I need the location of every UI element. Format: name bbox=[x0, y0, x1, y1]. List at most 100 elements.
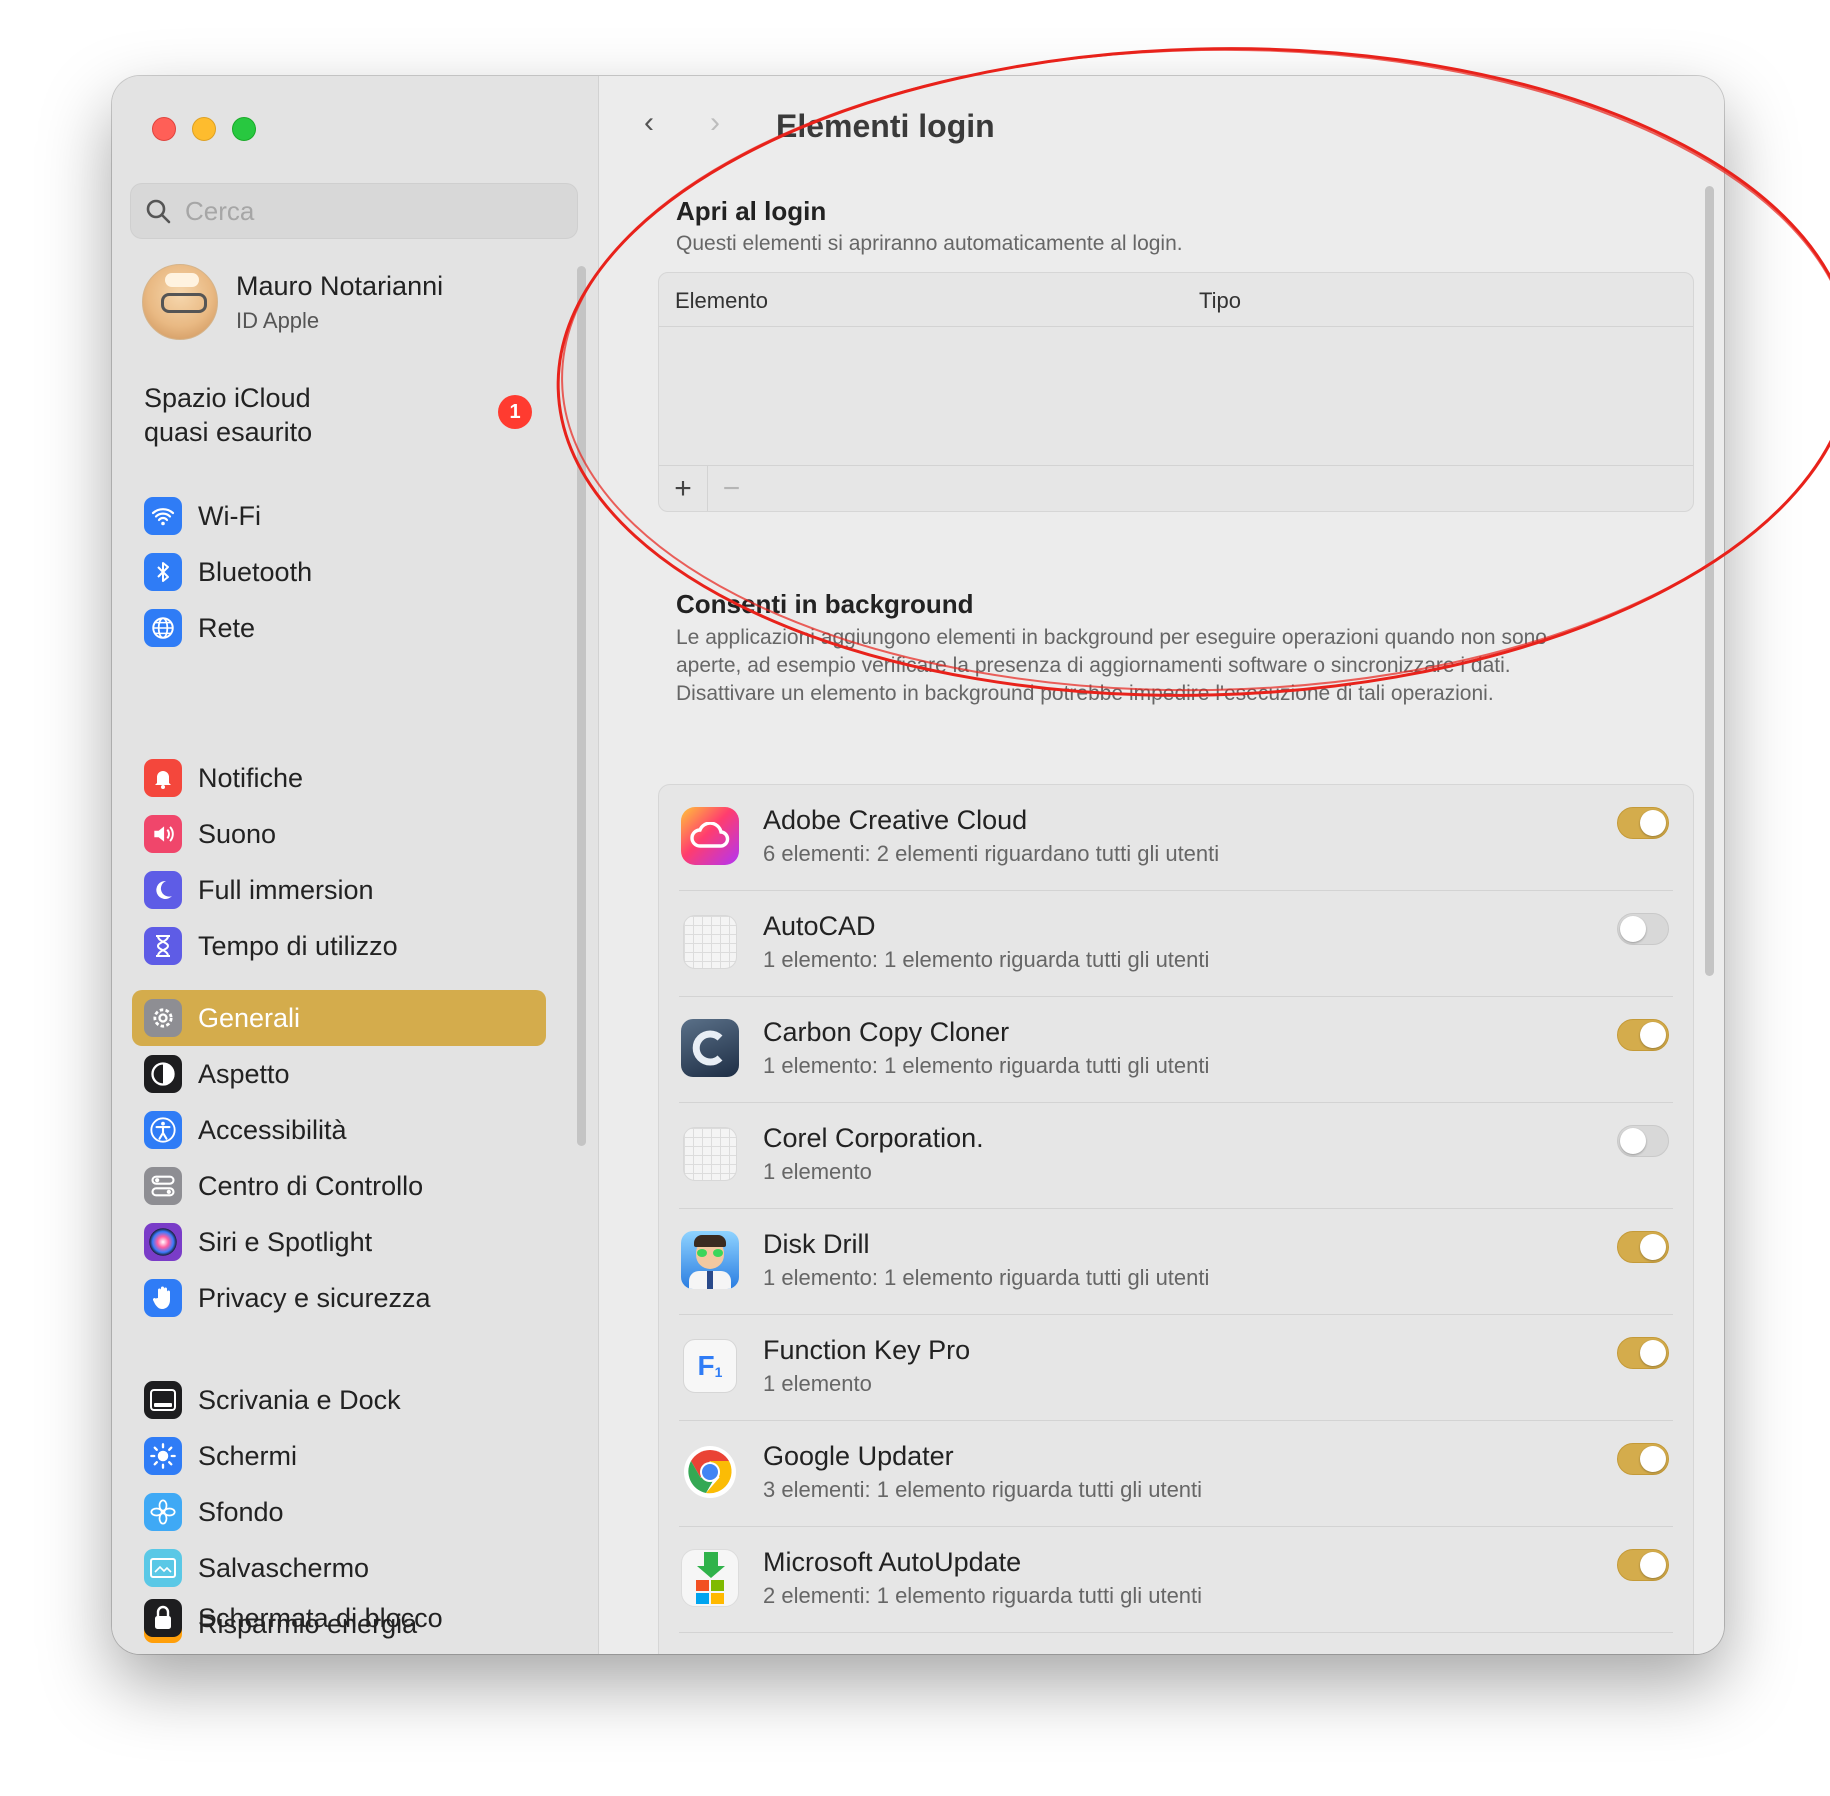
app-name: Carbon Copy Cloner bbox=[763, 1017, 1010, 1047]
sidebar-item-label: Generali bbox=[198, 1002, 301, 1033]
sidebar-item-suono[interactable]: Suono bbox=[132, 806, 546, 862]
list-item: F 1 Function Key Pro 1 elemento bbox=[659, 1315, 1693, 1421]
ms-autoupdate-icon bbox=[681, 1549, 739, 1607]
column-header-item[interactable]: Elemento bbox=[675, 288, 768, 314]
sidebar-item-label: Siri e Spotlight bbox=[198, 1226, 373, 1257]
list-item: Microsoft AutoUpdate 2 elementi: 1 elemen… bbox=[659, 1527, 1693, 1633]
sidebar-group: Notifiche Suono Full immersion Tempo di uti… bbox=[132, 750, 546, 974]
sidebar-item-aspetto[interactable]: Aspetto bbox=[132, 1046, 546, 1102]
lock-icon bbox=[144, 1599, 182, 1637]
background-toggle[interactable] bbox=[1617, 1549, 1669, 1581]
sidebar-item-label: Salvaschermo bbox=[198, 1552, 370, 1583]
sidebar-item-schermi[interactable]: Schermi bbox=[132, 1428, 546, 1484]
remove-button[interactable]: − bbox=[707, 465, 755, 511]
icloud-warning-line2: quasi esaurito bbox=[144, 417, 313, 447]
background-toggle[interactable] bbox=[1617, 913, 1669, 945]
hourglass-icon bbox=[144, 927, 182, 965]
avatar bbox=[142, 264, 218, 340]
sidebar-item-wi-fi[interactable]: Wi-Fi bbox=[132, 488, 546, 544]
generic-app-icon bbox=[681, 913, 739, 971]
list-item: Carbon Copy Cloner 1 elemento: 1 elemento… bbox=[659, 997, 1693, 1103]
main-scrollbar[interactable] bbox=[1705, 186, 1714, 976]
add-button[interactable]: + bbox=[659, 466, 707, 512]
sidebar-item-generali[interactable]: Generali bbox=[132, 990, 546, 1046]
background-section-description: Le applicazioni aggiungono elementi in b… bbox=[676, 624, 1547, 708]
sidebar-group: Schermata di blocco bbox=[132, 1590, 546, 1646]
sidebar-item-centro-di-controllo[interactable]: Centro di Controllo bbox=[132, 1158, 546, 1214]
column-header-type[interactable]: Tipo bbox=[1199, 288, 1241, 314]
forward-button[interactable]: › bbox=[710, 106, 720, 140]
sidebar-item-label: Centro di Controllo bbox=[198, 1170, 424, 1201]
app-detail: 3 elementi: 1 elemento riguarda tutti gl… bbox=[763, 1477, 1203, 1502]
function-key-icon: F1 bbox=[681, 1337, 739, 1395]
background-toggle[interactable] bbox=[1617, 807, 1669, 839]
sidebar-item-full-immersion[interactable]: Full immersion bbox=[132, 862, 546, 918]
table-footer: + − bbox=[659, 465, 1693, 511]
sidebar-item-siri-e-spotlight[interactable]: Siri e Spotlight bbox=[132, 1214, 546, 1270]
sidebar-item-salvaschermo[interactable]: Salvaschermo bbox=[132, 1540, 546, 1596]
background-toggle[interactable] bbox=[1617, 1019, 1669, 1051]
sidebar-group: Wi-Fi Bluetooth Rete bbox=[132, 488, 546, 656]
adobe-cc-icon bbox=[681, 807, 739, 865]
sidebar-item-notifiche[interactable]: Notifiche bbox=[132, 750, 546, 806]
bell-icon bbox=[144, 759, 182, 797]
sidebar: Mauro Notarianni ID Apple Spazio iCloud … bbox=[112, 76, 599, 1654]
app-name: AutoCAD bbox=[763, 911, 876, 941]
sidebar-item-privacy-e-sicurezza[interactable]: Privacy e sicurezza bbox=[132, 1270, 546, 1326]
zoom-window-button[interactable] bbox=[232, 117, 256, 141]
accessibility-icon bbox=[144, 1111, 182, 1149]
bluetooth-icon bbox=[144, 553, 182, 591]
list-item: Corel Corporation. 1 elemento bbox=[659, 1103, 1693, 1209]
app-name: Microsoft Edge bbox=[763, 1653, 943, 1654]
sidebar-item-tempo-di-utilizzo[interactable]: Tempo di utilizzo bbox=[132, 918, 546, 974]
login-items-table[interactable]: Elemento Tipo + − bbox=[658, 272, 1694, 512]
settings-window: Mauro Notarianni ID Apple Spazio iCloud … bbox=[112, 76, 1724, 1654]
login-section-description: Questi elementi si apriranno automaticam… bbox=[676, 232, 1183, 255]
sidebar-scrollbar[interactable] bbox=[577, 266, 586, 1146]
sidebar-item-sfondo[interactable]: Sfondo bbox=[132, 1484, 546, 1540]
appearance-icon bbox=[144, 1055, 182, 1093]
sidebar-item-label: Schermi bbox=[198, 1440, 298, 1471]
list-item: Google Updater 3 elementi: 1 elemento rig… bbox=[659, 1421, 1693, 1527]
search-field[interactable] bbox=[130, 183, 578, 239]
globe-icon bbox=[144, 609, 182, 647]
sidebar-item-accessibilit-[interactable]: Accessibilità bbox=[132, 1102, 546, 1158]
minimize-window-button[interactable] bbox=[192, 117, 216, 141]
sidebar-item-label: Bluetooth bbox=[198, 556, 313, 587]
sidebar-item-label: Tempo di utilizzo bbox=[198, 930, 398, 961]
sidebar-item-label: Full immersion bbox=[198, 874, 374, 905]
dock-icon bbox=[144, 1381, 182, 1419]
sidebar-item-bluetooth[interactable]: Bluetooth bbox=[132, 544, 546, 600]
app-name: Disk Drill bbox=[763, 1229, 870, 1259]
sun-icon bbox=[144, 1437, 182, 1475]
notification-badge: 1 bbox=[498, 395, 532, 429]
sidebar-item-schermata-di-blocco[interactable]: Schermata di blocco bbox=[132, 1590, 546, 1646]
wifi-icon bbox=[144, 497, 182, 535]
sidebar-item-label: Scrivania e Dock bbox=[198, 1384, 401, 1415]
app-detail: 6 elementi: 2 elementi riguardano tutti … bbox=[763, 841, 1220, 866]
list-item: Disk Drill 1 elemento: 1 elemento riguard… bbox=[659, 1209, 1693, 1315]
sidebar-item-scrivania-e-dock[interactable]: Scrivania e Dock bbox=[132, 1372, 546, 1428]
app-name: Adobe Creative Cloud bbox=[763, 805, 1028, 835]
background-toggle[interactable] bbox=[1617, 1231, 1669, 1263]
speaker-icon bbox=[144, 815, 182, 853]
search-input[interactable] bbox=[185, 195, 565, 227]
flower-icon bbox=[144, 1493, 182, 1531]
background-toggle[interactable] bbox=[1617, 1443, 1669, 1475]
back-button[interactable]: ‹ bbox=[644, 106, 654, 140]
background-desc-line: aperte, ad esempio verificare la presenz… bbox=[676, 654, 1511, 677]
ccc-icon bbox=[681, 1019, 739, 1077]
close-window-button[interactable] bbox=[152, 117, 176, 141]
background-toggle[interactable] bbox=[1617, 1337, 1669, 1369]
apple-id-profile[interactable]: Mauro Notarianni ID Apple bbox=[142, 264, 443, 340]
search-icon bbox=[146, 199, 171, 224]
icloud-warning[interactable]: Spazio iCloud quasi esaurito bbox=[144, 381, 312, 449]
window-controls bbox=[152, 117, 256, 141]
background-toggle[interactable] bbox=[1617, 1125, 1669, 1157]
login-section-title: Apri al login bbox=[676, 196, 827, 226]
app-detail: 1 elemento: 1 elemento riguarda tutti gl… bbox=[763, 1265, 1210, 1290]
background-desc-line: Disattivare un elemento in background po… bbox=[676, 682, 1494, 705]
app-detail: 1 elemento bbox=[763, 1159, 872, 1184]
background-desc-line: Le applicazioni aggiungono elementi in b… bbox=[676, 626, 1547, 649]
sidebar-item-rete[interactable]: Rete bbox=[132, 600, 546, 656]
